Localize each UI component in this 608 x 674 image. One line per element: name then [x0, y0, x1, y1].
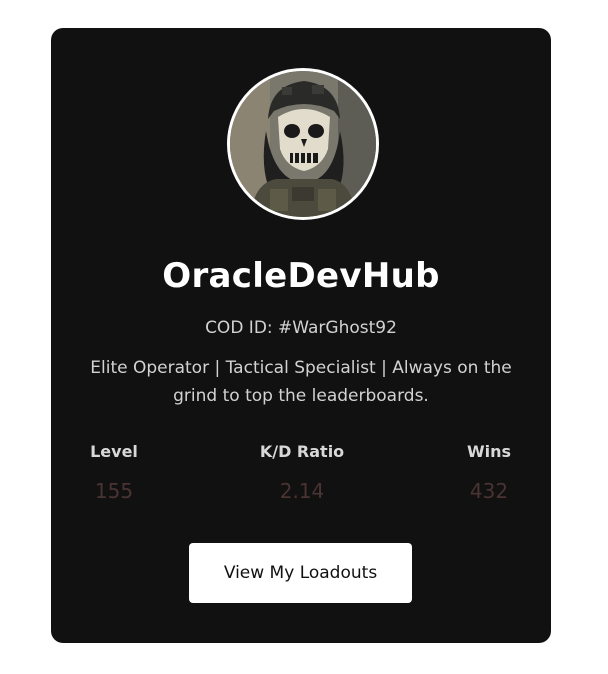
- avatar: [227, 68, 379, 220]
- cod-id: COD ID: #WarGhost92: [205, 318, 397, 338]
- stat-value: 155: [94, 479, 134, 503]
- stat-wins: Wins 432: [419, 440, 559, 505]
- profile-card: OracleDevHub COD ID: #WarGhost92 Elite O…: [51, 28, 551, 643]
- stat-kd-ratio: K/D Ratio 2.14: [232, 440, 372, 505]
- view-loadouts-button[interactable]: View My Loadouts: [189, 543, 412, 603]
- stat-value: 2.14: [279, 479, 325, 503]
- stat-label: Wins: [466, 442, 512, 461]
- bio: Elite Operator | Tactical Specialist | A…: [90, 358, 512, 406]
- username: OracleDevHub: [162, 256, 440, 296]
- stat-level: Level 155: [44, 440, 184, 505]
- skull-mask-soldier-icon: [230, 71, 376, 217]
- stat-label: K/D Ratio: [259, 442, 345, 461]
- stat-label: Level: [90, 442, 138, 461]
- stat-value: 432: [469, 479, 509, 503]
